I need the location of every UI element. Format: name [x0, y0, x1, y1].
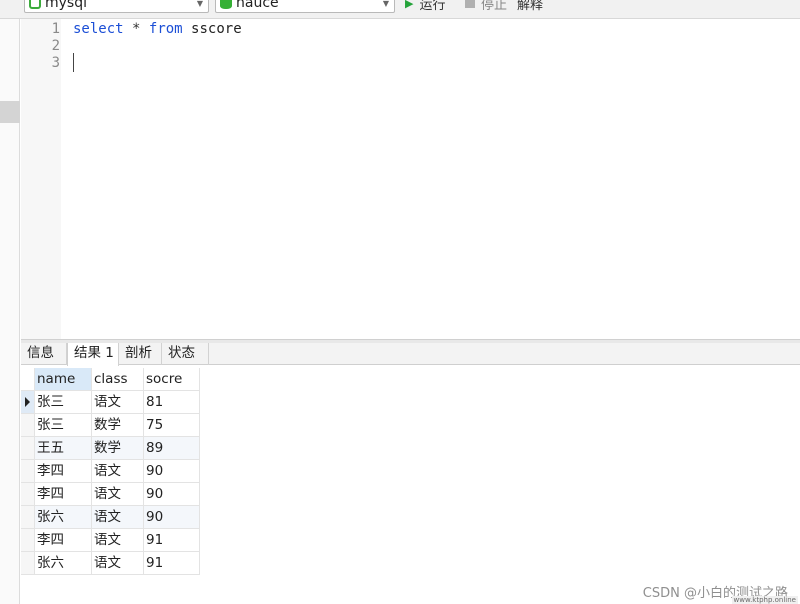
- line-code: select * from sscore: [73, 21, 242, 38]
- cell-socre[interactable]: 81: [144, 391, 200, 414]
- column-header-name[interactable]: name: [35, 368, 92, 391]
- table-row[interactable]: 王五 数学 89: [21, 437, 200, 460]
- row-selector[interactable]: [21, 506, 35, 529]
- row-selector[interactable]: [21, 414, 35, 437]
- cell-socre[interactable]: 75: [144, 414, 200, 437]
- table-row[interactable]: 张三 语文 81: [21, 391, 200, 414]
- row-selector[interactable]: [21, 552, 35, 575]
- cell-socre[interactable]: 91: [144, 552, 200, 575]
- result-tabs: 信息 结果 1 剖析 状态: [21, 343, 800, 366]
- cell-name[interactable]: 李四: [35, 483, 92, 506]
- cell-class[interactable]: 语文: [92, 506, 144, 529]
- line-number: 3: [51, 55, 60, 71]
- table-row[interactable]: 李四 语文 91: [21, 529, 200, 552]
- panel-collapse-handle[interactable]: [0, 101, 20, 123]
- database-icon: [220, 0, 232, 9]
- table-row[interactable]: 李四 语文 90: [21, 460, 200, 483]
- cell-class[interactable]: 语文: [92, 483, 144, 506]
- table-row[interactable]: 张六 语文 90: [21, 506, 200, 529]
- cell-class[interactable]: 语文: [92, 552, 144, 575]
- column-header-socre[interactable]: socre: [144, 368, 200, 391]
- cell-class[interactable]: 语文: [92, 391, 144, 414]
- tab-result-1[interactable]: 结果 1: [67, 343, 119, 366]
- table-name: sscore: [191, 21, 242, 37]
- operator-star: *: [132, 21, 141, 37]
- cell-socre[interactable]: 90: [144, 506, 200, 529]
- cell-name[interactable]: 王五: [35, 437, 92, 460]
- column-header-class[interactable]: class: [92, 368, 144, 391]
- tab-profile[interactable]: 剖析: [119, 343, 162, 365]
- row-selector[interactable]: [21, 391, 35, 414]
- cell-socre[interactable]: 90: [144, 460, 200, 483]
- cell-socre[interactable]: 91: [144, 529, 200, 552]
- stop-button[interactable]: 停止: [465, 0, 507, 13]
- keyword-from: from: [148, 21, 183, 37]
- chevron-down-icon: ▼: [196, 0, 203, 8]
- current-row-arrow-icon: [25, 397, 30, 407]
- explain-button[interactable]: 解释: [517, 0, 543, 13]
- row-selector[interactable]: [21, 529, 35, 552]
- table-row[interactable]: 李四 语文 90: [21, 483, 200, 506]
- cell-name[interactable]: 张三: [35, 414, 92, 437]
- cell-name[interactable]: 张六: [35, 506, 92, 529]
- cell-name[interactable]: 李四: [35, 529, 92, 552]
- header-row: name class socre: [21, 368, 200, 391]
- line-number: 1: [51, 21, 60, 37]
- tab-status[interactable]: 状态: [162, 343, 209, 365]
- tab-info[interactable]: 信息: [21, 343, 67, 365]
- toolbar: mysql ▼ nauce ▼ ▶ 运行 停止 解释: [0, 0, 800, 19]
- cell-name[interactable]: 张三: [35, 391, 92, 414]
- editor-line: 2: [21, 38, 721, 55]
- row-selector[interactable]: [21, 437, 35, 460]
- connection-label: mysql: [45, 0, 87, 11]
- database-select[interactable]: nauce ▼: [215, 0, 395, 13]
- sql-editor[interactable]: 1 select * from sscore 2 3: [21, 19, 800, 339]
- stop-label: 停止: [481, 0, 508, 13]
- cell-socre[interactable]: 89: [144, 437, 200, 460]
- cell-class[interactable]: 数学: [92, 437, 144, 460]
- stop-icon: [465, 0, 475, 8]
- cell-name[interactable]: 李四: [35, 460, 92, 483]
- editor-line: 3: [21, 55, 721, 72]
- row-selector-header: [21, 368, 35, 391]
- cell-class[interactable]: 数学: [92, 414, 144, 437]
- editor-line: 1 select * from sscore: [21, 21, 721, 38]
- cell-class[interactable]: 语文: [92, 460, 144, 483]
- database-label: nauce: [236, 0, 279, 11]
- chevron-down-icon: ▼: [382, 0, 389, 8]
- run-button[interactable]: ▶ 运行: [405, 0, 445, 13]
- cell-class[interactable]: 语文: [92, 529, 144, 552]
- site-watermark: www.ktphp.online: [731, 596, 798, 604]
- text-caret: [73, 53, 74, 72]
- left-panel-strip: [0, 19, 20, 604]
- line-number: 2: [51, 38, 60, 54]
- mysql-connection-icon: [29, 0, 41, 9]
- explain-label: 解释: [517, 0, 544, 13]
- table-row[interactable]: 张三 数学 75: [21, 414, 200, 437]
- run-label: 运行: [419, 0, 446, 13]
- connection-select[interactable]: mysql ▼: [24, 0, 209, 13]
- play-icon: ▶: [405, 0, 414, 10]
- row-selector[interactable]: [21, 483, 35, 506]
- cell-name[interactable]: 张六: [35, 552, 92, 575]
- table-row[interactable]: 张六 语文 91: [21, 552, 200, 575]
- row-selector[interactable]: [21, 460, 35, 483]
- keyword-select: select: [73, 21, 124, 37]
- cell-socre[interactable]: 90: [144, 483, 200, 506]
